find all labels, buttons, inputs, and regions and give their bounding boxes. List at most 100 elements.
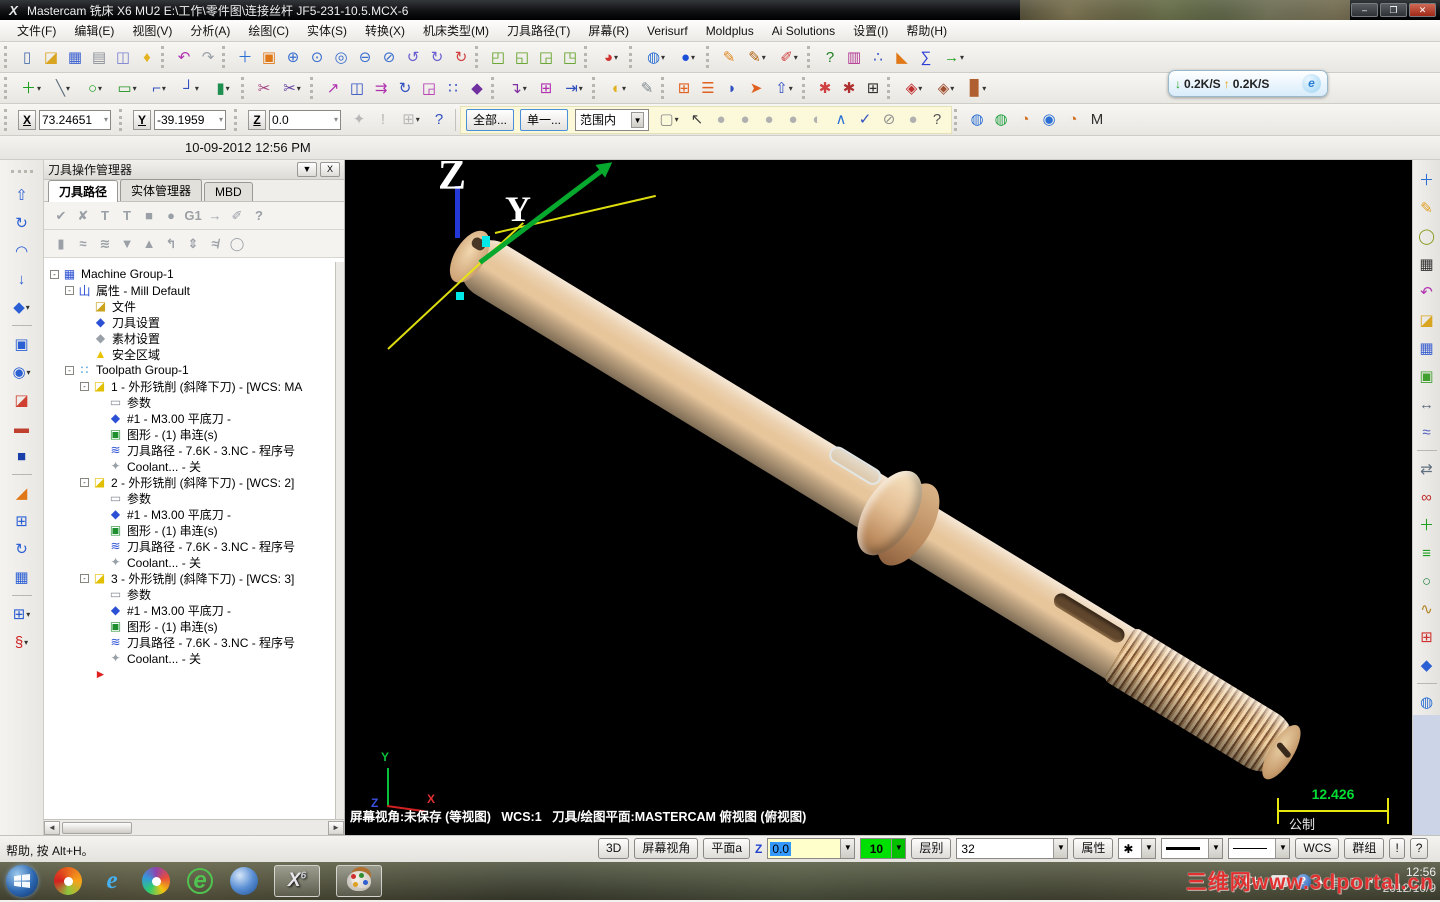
tree-row-23[interactable]: ≋ 刀具路径 - 7.6K - 3.NC - 程序号 [44, 634, 335, 650]
solid-revolve-icon[interactable]: ↻ [10, 211, 34, 235]
fit-screen-icon[interactable]: ▣ [257, 45, 281, 69]
sogou-pinyin-icon[interactable] [54, 867, 82, 895]
tree-row-10[interactable]: ▣ 图形 - (1) 串连(s) [44, 426, 335, 442]
plane-3-icon[interactable]: ▊ ▾ [962, 76, 994, 100]
tree-row-16[interactable]: ▣ 图形 - (1) 串连(s) [44, 522, 335, 538]
plane-button[interactable]: 平面a [703, 838, 751, 859]
menu-item-0[interactable]: 文件(F) [8, 20, 65, 41]
xform-translate-icon[interactable]: ↗ [321, 76, 345, 100]
analyze-entity-icon[interactable]: ? [818, 45, 842, 69]
menu-item-6[interactable]: 转换(X) [356, 20, 414, 41]
layer-field[interactable]: 32 ▼ [956, 838, 1069, 859]
paint-taskbar-button[interactable] [336, 865, 382, 897]
iso-view-icon[interactable]: ◰ [486, 45, 510, 69]
ops-help-icon[interactable]: ? [248, 205, 270, 227]
blank-entity-icon[interactable]: ◐ ▾ [603, 76, 635, 100]
360-browser-icon[interactable]: e [186, 867, 214, 895]
move-up-icon[interactable]: ▲ [138, 233, 160, 255]
fastpoint-icon[interactable]: ! [371, 108, 395, 132]
rb-measure-icon[interactable]: ⇄ [1415, 457, 1439, 481]
hscroll-thumb[interactable] [62, 821, 132, 834]
select-cursor-icon[interactable]: ↖ [685, 108, 709, 132]
y-coord-field[interactable]: -39.1959 ▾ [154, 109, 226, 130]
select-up-icon[interactable]: ∧ [829, 108, 853, 132]
current-color-field[interactable]: 10 ▼ [860, 838, 907, 859]
tree-row-2[interactable]: ◪ 文件 [44, 298, 335, 314]
xform-rotate-icon[interactable]: ↻ [393, 76, 417, 100]
zoom-target-icon[interactable]: ◎ [329, 45, 353, 69]
xform-mirror-icon[interactable]: ◫ [345, 76, 369, 100]
analyze-sum-icon[interactable]: ∑ [914, 45, 938, 69]
solid-holes-icon[interactable]: ▦ [10, 565, 34, 589]
solid-shell-icon[interactable]: ▣ [10, 332, 34, 356]
g1-post-icon[interactable]: G1 [182, 205, 204, 227]
solid-trim-icon[interactable]: ◪ [10, 388, 34, 412]
menu-item-9[interactable]: 屏幕(R) [579, 20, 638, 41]
rb-circle-icon[interactable]: ○ [1415, 569, 1439, 593]
new-file-icon[interactable]: ▯ [15, 45, 39, 69]
redo-icon[interactable]: ↷ [196, 45, 220, 69]
rb-polyline-icon[interactable]: ∿ [1415, 597, 1439, 621]
exclaim-button[interactable]: ! [1389, 838, 1405, 859]
verisurf-mc-icon[interactable]: M [1085, 108, 1109, 132]
rb-plus-icon[interactable]: ＋ [1415, 513, 1439, 537]
tree-expander[interactable]: - [80, 573, 89, 583]
ops-collapse-button[interactable]: ▼ [297, 162, 317, 177]
select-help-icon[interactable]: ? [925, 108, 949, 132]
front-view-icon[interactable]: ◱ [510, 45, 534, 69]
menu-item-2[interactable]: 视图(V) [123, 20, 181, 41]
blue-sphere-app-icon[interactable] [230, 867, 258, 895]
dynamic-rotate-icon[interactable]: ↻ [425, 45, 449, 69]
toggle-toolpath-icon[interactable]: ≈ [72, 233, 94, 255]
tree-row-22[interactable]: ▣ 图形 - (1) 串连(s) [44, 618, 335, 634]
tree-expander[interactable]: - [80, 381, 89, 391]
rb-open-icon[interactable]: ◪ [1415, 308, 1439, 332]
rb-undo-icon[interactable]: ↶ [1415, 280, 1439, 304]
verisurf-locate-icon[interactable]: ◉ [1037, 108, 1061, 132]
exit-analyze-icon[interactable]: → ▾ [938, 45, 970, 69]
plane-2-icon[interactable]: ◈ ▾ [930, 76, 962, 100]
ops-close-button[interactable]: X [320, 162, 340, 177]
gview-globe-icon[interactable]: ◍ ▾ [640, 45, 672, 69]
repaint-icon[interactable]: ♦ [135, 45, 159, 69]
line-width-dropdown[interactable]: ▼ [1228, 838, 1291, 859]
mesh-box-icon[interactable]: ⊞ [861, 76, 885, 100]
menu-item-3[interactable]: 分析(A) [181, 20, 239, 41]
menu-item-10[interactable]: Verisurf [638, 22, 697, 40]
insert-arrow-move-icon[interactable]: ↰ [160, 233, 182, 255]
xform-roll-icon[interactable]: ↴ ▾ [502, 76, 534, 100]
tree-row-17[interactable]: ≋ 刀具路径 - 7.6K - 3.NC - 程序号 [44, 538, 335, 554]
close-button[interactable]: ✕ [1409, 3, 1436, 17]
zoom-window-icon[interactable]: ⊕ [281, 45, 305, 69]
tree-row-18[interactable]: ✦ Coolant... - 关 [44, 554, 335, 570]
verisurf-orange-2-icon[interactable]: ◔ [1061, 108, 1085, 132]
top-view-icon[interactable]: ◳ [558, 45, 582, 69]
rb-pan-icon[interactable]: ＋ [1415, 168, 1439, 192]
rb-lines-icon[interactable]: ≡ [1415, 541, 1439, 565]
spin-view-icon[interactable]: ↻ [449, 45, 473, 69]
create-line-icon[interactable]: ╲ ▾ [47, 76, 79, 100]
rb-red-grid-icon[interactable]: ⊞ [1415, 625, 1439, 649]
select-single-button[interactable]: 单一... [520, 108, 569, 131]
rb-green-box-icon[interactable]: ▣ [1415, 364, 1439, 388]
tree-row-20[interactable]: ▭ 参数 [44, 586, 335, 602]
tree-row-12[interactable]: ✦ Coolant... - 关 [44, 458, 335, 474]
gview-sphere-icon[interactable]: ● ▾ [672, 45, 704, 69]
select-area-icon[interactable]: ● [781, 108, 805, 132]
select-poly-icon[interactable]: ● [733, 108, 757, 132]
sketch-pencil-icon[interactable]: ✎ [717, 45, 741, 69]
tree-row-13[interactable]: - ◪ 2 - 外形铣削 (斜降下刀) - [WCS: 2] [44, 474, 335, 490]
surface-blend-icon[interactable]: ◗ [720, 76, 744, 100]
tree-expander[interactable]: - [65, 365, 74, 375]
surface-lines-icon[interactable]: ☰ [696, 76, 720, 100]
select-chain-icon[interactable]: ● [709, 108, 733, 132]
tab-MBD[interactable]: MBD [204, 182, 253, 201]
tree-row-15[interactable]: ◆ #1 - M3.00 平底刀 - [44, 506, 335, 522]
tree-row-1[interactable]: - 山属性 - Mill Default [44, 282, 335, 298]
maximize-button[interactable]: ❐ [1380, 3, 1407, 17]
viewport-canvas[interactable]: Z Y Y X Z 屏幕视角:未保存 (等视图) WCS:1 刀具/绘图平面:M… [345, 160, 1412, 835]
wcs-button[interactable]: WCS [1295, 838, 1340, 859]
analyze-angle-icon[interactable]: ◣ [890, 45, 914, 69]
verify-icon[interactable]: ● [160, 205, 182, 227]
side-view-icon[interactable]: ◲ [534, 45, 558, 69]
